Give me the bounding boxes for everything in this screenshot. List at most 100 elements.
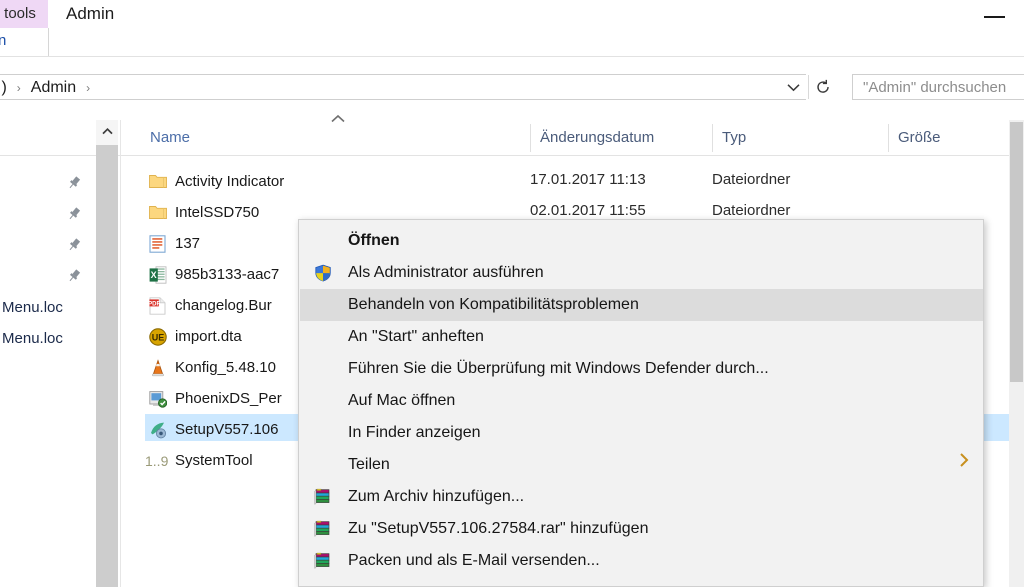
pin-icon[interactable] <box>66 237 82 253</box>
svg-text:PDF: PDF <box>149 301 160 307</box>
menu-item-label: Behandeln von Kompatibilitätsproblemen <box>348 289 639 321</box>
winrar-icon <box>314 520 332 538</box>
file-list-scrollbar[interactable] <box>1009 120 1024 587</box>
nav-item[interactable]: ns Menu.loc <box>0 323 88 354</box>
excel-icon: X <box>149 266 167 284</box>
column-divider[interactable] <box>530 124 531 152</box>
nav-item-label: ns Menu.loc <box>0 292 63 323</box>
menu-item-auf-mac-oeffnen[interactable]: Auf Mac öffnen <box>300 385 984 417</box>
text-document-icon <box>149 235 167 253</box>
nav-item[interactable] <box>0 199 88 230</box>
refresh-icon[interactable] <box>808 75 836 99</box>
ue-badge-icon: UE <box>149 328 167 346</box>
address-bar: :) › Admin › "Admin" durchsuchen <box>0 64 1024 108</box>
nav-item[interactable]: ns Menu.loc <box>0 292 88 323</box>
menu-item-windows-defender-pruefung[interactable]: Führen Sie die Überprüfung mit Windows D… <box>300 353 984 385</box>
file-size-cell <box>951 166 1009 193</box>
column-header-type[interactable]: Typ <box>712 120 888 156</box>
nav-item[interactable] <box>0 168 88 199</box>
column-divider[interactable] <box>712 124 713 152</box>
minimize-button[interactable] <box>980 5 1010 27</box>
file-type: Dateiordner <box>712 164 790 195</box>
pin-icon[interactable] <box>66 268 82 284</box>
file-name: Activity Indicator <box>175 166 284 197</box>
menu-item-label: Zu "SetupV557.106.27584.rar" hinzufügen <box>348 513 648 545</box>
scrollbar-thumb[interactable] <box>1010 122 1023 382</box>
column-header-size[interactable]: Größe <box>888 120 1024 156</box>
menu-item-label: Führen Sie die Überprüfung mit Windows D… <box>348 353 769 385</box>
ribbon-tab-bar: tools n Admin <box>0 0 1024 44</box>
navigation-scrollbar[interactable] <box>96 120 118 587</box>
breadcrumb: :) › Admin › <box>0 75 98 101</box>
ribbon-tab-tools-sublabel[interactable]: n <box>0 30 20 54</box>
menu-item-teilen[interactable]: Teilen <box>300 449 984 481</box>
column-header-date-modified[interactable]: Änderungsdatum <box>530 120 712 156</box>
menu-item-label: Als Administrator ausführen <box>348 257 544 289</box>
breadcrumb-item-drive[interactable]: :) <box>0 76 9 100</box>
version-icon: 1..9 <box>145 452 171 470</box>
setup-icon <box>149 421 167 439</box>
nav-item[interactable] <box>0 230 88 261</box>
breadcrumb-item-admin[interactable]: Admin <box>29 76 78 100</box>
menu-item-kompatibilitaetsprobleme[interactable]: Behandeln von Kompatibilitätsproblemen <box>300 289 984 321</box>
ribbon-separator <box>0 56 1024 57</box>
navigation-pane: ns Menu.loc ns Menu.loc <box>0 156 88 587</box>
nav-item[interactable] <box>0 261 88 292</box>
menu-item-label: Packen und als E-Mail versenden... <box>348 545 600 577</box>
menu-item-zum-archiv-hinzufuegen[interactable]: Zum Archiv hinzufügen... <box>300 481 984 513</box>
menu-item-label: An "Start" anheften <box>348 321 484 353</box>
sort-ascending-icon <box>330 114 346 127</box>
pdf-icon: PDF <box>149 297 167 315</box>
scroll-up-button[interactable] <box>96 120 118 142</box>
pin-icon[interactable] <box>66 206 82 222</box>
menu-item-label: Auf Mac öffnen <box>348 385 455 417</box>
explorer-window: tools n Admin :) › Admin › "Admin" durch <box>0 0 1024 587</box>
svg-text:UE: UE <box>152 332 165 342</box>
breadcrumb-box[interactable]: :) › Admin › <box>0 74 806 100</box>
menu-item-als-administrator-ausfuehren[interactable]: Als Administrator ausführen <box>300 257 984 289</box>
winrar-icon <box>314 552 332 570</box>
search-input[interactable]: "Admin" durchsuchen <box>852 74 1024 100</box>
file-list-column-headers: Name Änderungsdatum Typ Größe <box>0 120 1024 156</box>
file-date: 17.01.2017 11:13 <box>530 164 646 195</box>
file-name: 985b3133-aac7 <box>175 259 279 290</box>
file-name: PhoenixDS_Per <box>175 383 282 414</box>
file-name: 137 <box>175 228 200 259</box>
menu-item-packen-und-als-email-versenden[interactable]: Packen und als E-Mail versenden... <box>300 545 984 577</box>
window-title: Admin <box>66 0 114 30</box>
column-divider[interactable] <box>888 124 889 152</box>
folder-icon <box>149 173 167 191</box>
table-row[interactable]: Activity Indicator 17.01.2017 11:13 Date… <box>121 164 1009 195</box>
ribbon-tab-tools[interactable]: tools <box>0 0 48 28</box>
shield-icon <box>314 264 332 282</box>
file-name: SystemTool <box>175 445 253 476</box>
file-name: changelog.Bur <box>175 290 272 321</box>
ribbon-tab-divider <box>48 28 49 57</box>
chevron-down-icon[interactable] <box>779 75 807 99</box>
menu-item-label: Zum Archiv hinzufügen... <box>348 481 524 513</box>
installer-icon <box>149 390 167 408</box>
file-name: import.dta <box>175 321 242 352</box>
chevron-right-icon <box>957 449 971 481</box>
winrar-icon <box>314 488 332 506</box>
menu-item-in-finder-anzeigen[interactable]: In Finder anzeigen <box>300 417 984 449</box>
menu-item-zu-rar-hinzufuegen[interactable]: Zu "SetupV557.106.27584.rar" hinzufügen <box>300 513 984 545</box>
vlc-cone-icon <box>149 359 167 377</box>
menu-item-label: In Finder anzeigen <box>348 417 481 449</box>
nav-item-label: ns Menu.loc <box>0 323 63 354</box>
search-input-text: "Admin" durchsuchen <box>863 75 1006 100</box>
file-name: IntelSSD750 <box>175 197 259 228</box>
file-name: SetupV557.106 <box>175 414 278 445</box>
breadcrumb-separator-icon: › <box>78 76 98 100</box>
svg-text:X: X <box>151 270 157 280</box>
file-name-cell[interactable]: Activity Indicator <box>145 166 505 193</box>
file-name: Konfig_5.48.10 <box>175 352 276 383</box>
menu-item-label: Teilen <box>348 449 390 481</box>
pin-icon[interactable] <box>66 175 82 191</box>
menu-item-label: Öffnen <box>348 225 400 257</box>
breadcrumb-separator-icon: › <box>9 76 29 100</box>
folder-icon <box>149 204 167 222</box>
menu-item-oeffnen[interactable]: Öffnen <box>300 225 984 257</box>
menu-item-an-start-anheften[interactable]: An "Start" anheften <box>300 321 984 353</box>
scrollbar-thumb[interactable] <box>96 145 118 587</box>
